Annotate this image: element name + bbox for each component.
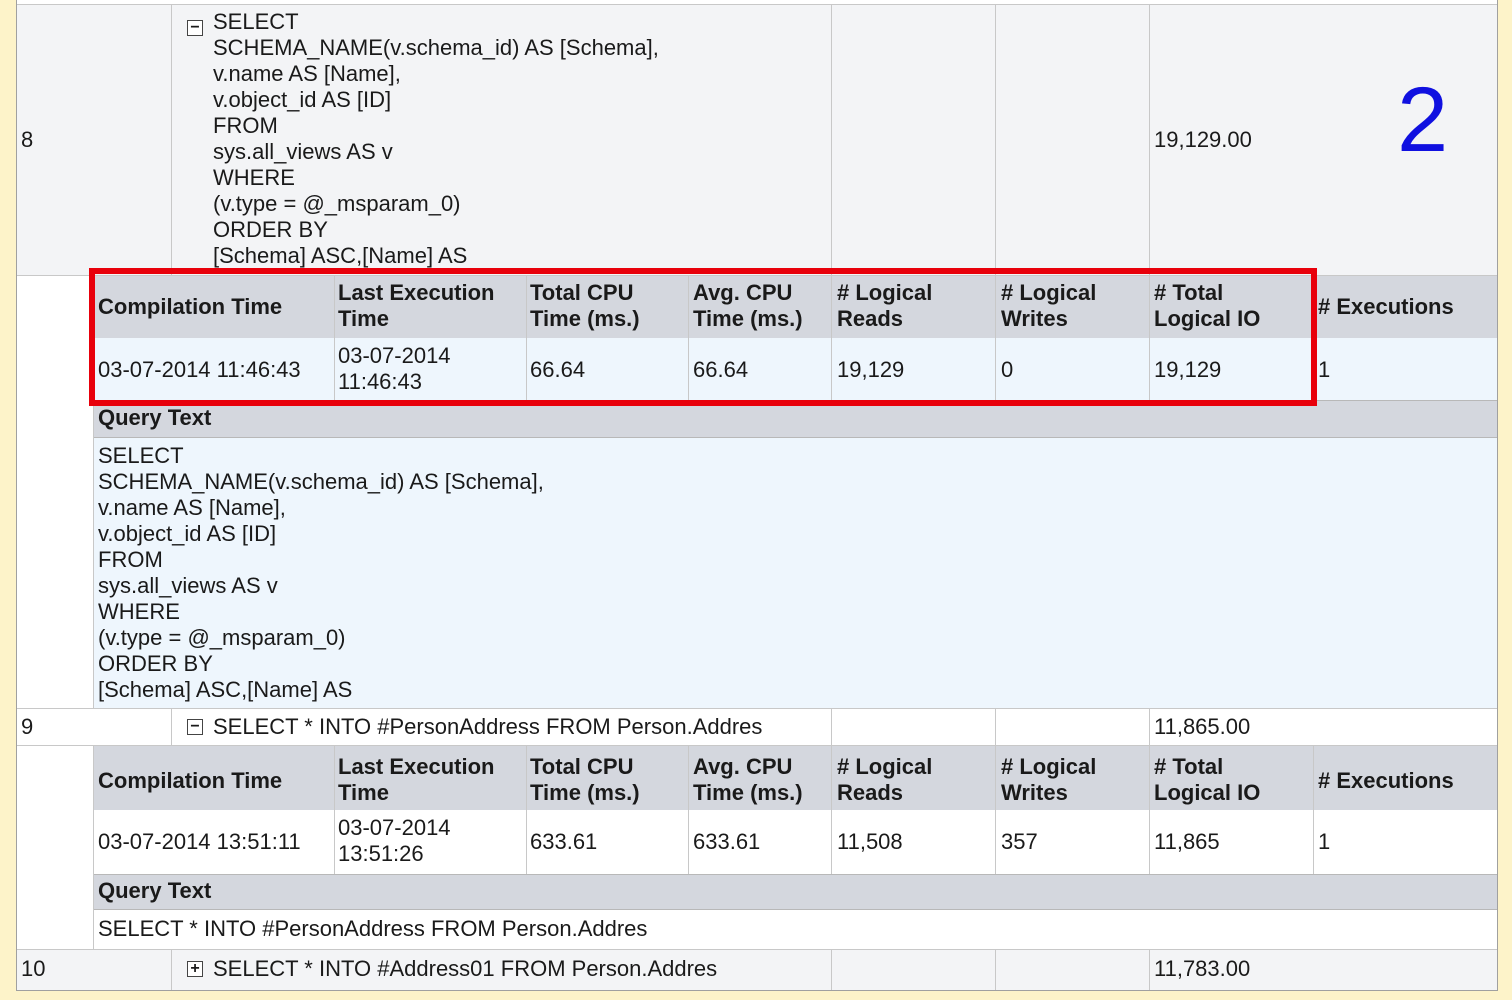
query-line: WHERE bbox=[213, 165, 295, 190]
col-divider bbox=[995, 950, 996, 990]
header-compilation-time[interactable]: Compilation Time bbox=[98, 768, 282, 794]
cell-executions: 1 bbox=[1318, 829, 1331, 854]
query-text-label: Query Text bbox=[98, 405, 212, 430]
detail-indent bbox=[17, 746, 93, 949]
query-line: sys.all_views AS v bbox=[98, 573, 278, 598]
row-number: 10 bbox=[21, 956, 46, 981]
header-line: Total CPU bbox=[530, 754, 634, 779]
col-divider bbox=[831, 5, 832, 275]
header-total-cpu[interactable]: Total CPU Time (ms.) bbox=[530, 754, 640, 806]
header-line: # Logical bbox=[1001, 754, 1097, 779]
total-value: 19,129.00 bbox=[1154, 127, 1252, 152]
col-divider bbox=[1149, 746, 1150, 874]
query-text-label: Query Text bbox=[98, 878, 212, 903]
expand-toggle-icon[interactable]: + bbox=[187, 961, 203, 977]
header-line: Time bbox=[338, 780, 389, 805]
col-divider bbox=[995, 709, 996, 745]
header-logical-reads[interactable]: # Logical Reads bbox=[837, 754, 932, 806]
col-divider bbox=[831, 746, 832, 874]
query-line: SELECT bbox=[213, 9, 299, 34]
query-text-header bbox=[94, 874, 1497, 910]
query-line: WHERE bbox=[98, 599, 180, 624]
col-divider bbox=[171, 5, 172, 275]
header-executions[interactable]: # Executions bbox=[1318, 768, 1454, 794]
header-line: # Logical bbox=[837, 754, 933, 779]
query-text-content: SELECT * INTO #PersonAddress FROM Person… bbox=[98, 916, 648, 941]
header-total-io[interactable]: # Total Logical IO bbox=[1154, 754, 1260, 806]
row-number: 8 bbox=[21, 127, 34, 152]
header-line: Avg. CPU bbox=[693, 754, 793, 779]
col-divider bbox=[1149, 5, 1150, 275]
cell-logical-reads: 11,508 bbox=[837, 829, 903, 854]
header-line: Time (ms.) bbox=[693, 780, 803, 805]
query-line: [Schema] ASC,[Name] AS bbox=[98, 677, 353, 702]
header-line: Last Execution bbox=[338, 754, 495, 779]
total-value: 11,783.00 bbox=[1154, 956, 1251, 981]
cell-avg-cpu: 633.61 bbox=[693, 829, 761, 854]
cell-total-io: 11,865 bbox=[1154, 829, 1220, 854]
col-divider bbox=[995, 5, 996, 275]
col-divider bbox=[688, 746, 689, 874]
query-line: sys.all_views AS v bbox=[213, 139, 393, 164]
col-divider bbox=[334, 746, 335, 874]
cell-executions: 1 bbox=[1318, 357, 1331, 382]
col-divider bbox=[526, 746, 527, 874]
query-preview: SELECT * INTO #Address01 FROM Person.Add… bbox=[213, 956, 718, 981]
collapse-toggle-icon[interactable]: − bbox=[187, 719, 203, 735]
header-line: Time (ms.) bbox=[530, 780, 640, 805]
col-divider bbox=[831, 950, 832, 990]
annotation-number: 2 bbox=[1397, 69, 1449, 171]
cell-line: 13:51:26 bbox=[338, 841, 424, 866]
query-preview: SELECT * INTO #PersonAddress FROM Person… bbox=[213, 714, 763, 739]
query-stats-grid: 8 − SELECT SCHEMA_NAME(v.schema_id) AS [… bbox=[16, 0, 1498, 991]
header-logical-writes[interactable]: # Logical Writes bbox=[1001, 754, 1096, 806]
query-line: (v.type = @_msparam_0) bbox=[213, 191, 461, 216]
query-line: v.name AS [Name], bbox=[213, 61, 401, 86]
header-avg-cpu[interactable]: Avg. CPU Time (ms.) bbox=[693, 754, 803, 806]
col-divider bbox=[1149, 709, 1150, 745]
query-line: SCHEMA_NAME(v.schema_id) AS [Schema], bbox=[213, 35, 659, 60]
col-divider bbox=[1313, 746, 1314, 874]
col-divider bbox=[831, 709, 832, 745]
header-last-execution[interactable]: Last Execution Time bbox=[338, 754, 494, 806]
query-preview: SELECT SCHEMA_NAME(v.schema_id) AS [Sche… bbox=[213, 9, 659, 269]
header-line: # Total bbox=[1154, 754, 1224, 779]
query-line: ORDER BY bbox=[98, 651, 213, 676]
query-line: SELECT bbox=[98, 443, 184, 468]
col-divider bbox=[171, 709, 172, 745]
header-line: Writes bbox=[1001, 780, 1068, 805]
total-value: 11,865.00 bbox=[1154, 714, 1251, 739]
query-line: (v.type = @_msparam_0) bbox=[98, 625, 346, 650]
query-line: ORDER BY bbox=[213, 217, 328, 242]
header-executions[interactable]: # Executions bbox=[1318, 294, 1454, 320]
header-line: Logical IO bbox=[1154, 780, 1261, 805]
query-line: FROM bbox=[213, 113, 278, 138]
col-divider bbox=[1149, 950, 1150, 990]
detail-data-row bbox=[94, 810, 1497, 874]
query-line: v.name AS [Name], bbox=[98, 495, 286, 520]
detail-indent bbox=[17, 276, 93, 708]
col-divider bbox=[995, 746, 996, 874]
cell-logical-writes: 357 bbox=[1001, 829, 1038, 854]
cell-total-cpu: 633.61 bbox=[530, 829, 598, 854]
query-line: SCHEMA_NAME(v.schema_id) AS [Schema], bbox=[98, 469, 544, 494]
query-line: FROM bbox=[98, 547, 163, 572]
cell-line: 03-07-2014 bbox=[338, 815, 451, 840]
row-number: 9 bbox=[21, 714, 34, 739]
highlight-box bbox=[89, 268, 1317, 406]
query-text-content: SELECT SCHEMA_NAME(v.schema_id) AS [Sche… bbox=[98, 443, 544, 703]
collapse-toggle-icon[interactable]: − bbox=[187, 20, 203, 36]
query-line: v.object_id AS [ID] bbox=[213, 87, 392, 112]
col-divider bbox=[171, 950, 172, 990]
query-line: v.object_id AS [ID] bbox=[98, 521, 277, 546]
query-line: [Schema] ASC,[Name] AS bbox=[213, 243, 468, 268]
cell-last-execution: 03-07-2014 13:51:26 bbox=[338, 815, 451, 867]
header-line: Reads bbox=[837, 780, 904, 805]
cell-compilation-time: 03-07-2014 13:51:11 bbox=[98, 829, 301, 854]
